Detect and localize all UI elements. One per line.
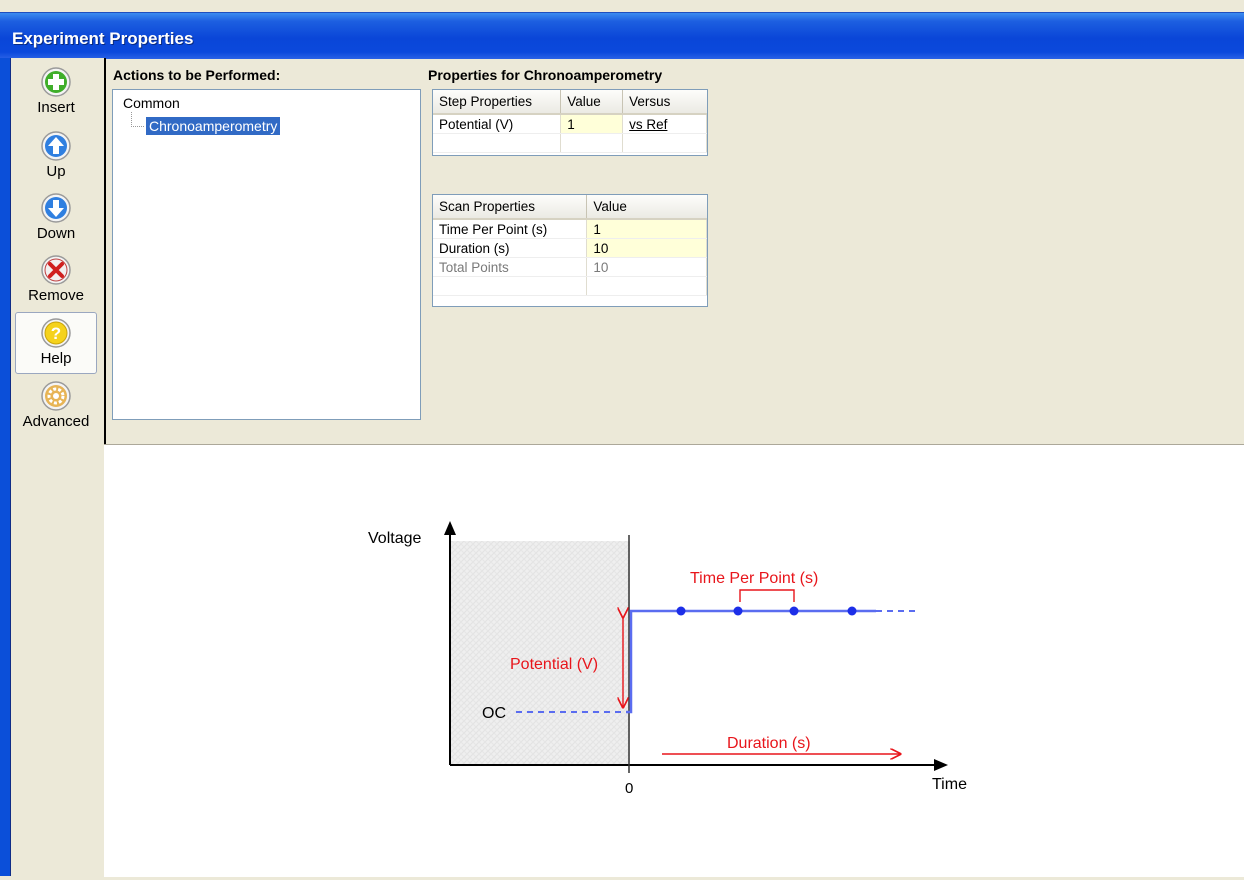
data-point bbox=[789, 606, 799, 616]
potential-step-line bbox=[626, 609, 876, 714]
table-row: Time Per Point (s) 1 bbox=[433, 219, 707, 239]
help-button[interactable]: ? Help bbox=[15, 312, 97, 374]
advanced-label: Advanced bbox=[22, 413, 90, 430]
arrow-up-icon bbox=[41, 131, 71, 161]
advanced-gear-icon bbox=[41, 381, 71, 411]
arrow-down-icon bbox=[41, 193, 71, 223]
title-bar: Experiment Properties bbox=[0, 12, 1244, 59]
actions-heading: Actions to be Performed: bbox=[113, 67, 281, 83]
window-title: Experiment Properties bbox=[12, 29, 194, 48]
table-row: Duration (s) 10 bbox=[433, 238, 707, 258]
time-per-point-name-cell: Time Per Point (s) bbox=[433, 219, 588, 239]
potential-label: Potential (V) bbox=[510, 656, 598, 673]
tree-node-chronoamperometry[interactable]: Chronoamperometry bbox=[146, 117, 281, 135]
help-icon: ? bbox=[41, 318, 71, 348]
voltage-axis-arrow bbox=[444, 521, 456, 535]
svg-text:?: ? bbox=[51, 324, 61, 343]
help-label: Help bbox=[40, 350, 72, 367]
actions-tree[interactable]: Common Chronoamperometry bbox=[112, 89, 421, 420]
time-per-point-bracket bbox=[739, 589, 795, 602]
scan-header-value: Value bbox=[586, 195, 707, 220]
step-header-name: Step Properties bbox=[433, 90, 562, 115]
duration-label: Duration (s) bbox=[727, 735, 811, 752]
down-label: Down bbox=[36, 225, 76, 242]
insert-button[interactable]: Insert bbox=[15, 62, 97, 124]
time-axis-arrow bbox=[934, 759, 948, 771]
pre-step-region bbox=[450, 541, 630, 765]
time-per-point-value-cell[interactable]: 1 bbox=[586, 219, 707, 239]
duration-value-cell[interactable]: 10 bbox=[586, 238, 707, 258]
table-row: Total Points 10 bbox=[433, 257, 707, 277]
step-header-versus: Versus bbox=[622, 90, 707, 115]
remove-label: Remove bbox=[28, 287, 84, 304]
tree-node-common[interactable]: Common bbox=[123, 95, 180, 111]
action-toolbar: Insert Up Down Remove ? Help Advanced bbox=[10, 58, 106, 876]
potential-name-cell: Potential (V) bbox=[433, 114, 562, 134]
y-axis-label: Voltage bbox=[368, 530, 421, 547]
step-properties-grid: Step Properties Value Versus Potential (… bbox=[432, 89, 708, 156]
potential-versus-cell[interactable]: vs Ref bbox=[622, 114, 707, 134]
up-label: Up bbox=[46, 163, 66, 180]
duration-name-cell: Duration (s) bbox=[433, 238, 588, 258]
step-header-value: Value bbox=[560, 90, 624, 115]
scan-properties-grid: Scan Properties Value Time Per Point (s)… bbox=[432, 194, 708, 307]
remove-button[interactable]: Remove bbox=[15, 250, 97, 312]
window-frame-left bbox=[0, 58, 10, 876]
down-button[interactable]: Down bbox=[15, 188, 97, 250]
oc-label: OC bbox=[482, 705, 506, 722]
data-point bbox=[733, 606, 743, 616]
properties-heading: Properties for Chronoamperometry bbox=[428, 67, 663, 83]
origin-label: 0 bbox=[625, 780, 633, 797]
table-row: Potential (V) 1 vs Ref bbox=[433, 114, 707, 134]
tree-connector bbox=[131, 112, 144, 127]
total-points-name-cell: Total Points bbox=[433, 257, 588, 277]
remove-x-icon bbox=[41, 255, 71, 285]
table-row-empty bbox=[433, 133, 707, 153]
plus-icon bbox=[41, 67, 71, 97]
diagram-panel: Voltage Time 0 OC Potential (V) Time Per… bbox=[104, 444, 1244, 877]
data-point bbox=[847, 606, 857, 616]
total-points-value-cell: 10 bbox=[586, 257, 707, 277]
x-axis-label: Time bbox=[932, 776, 967, 793]
chronoamperometry-diagram: Voltage Time 0 OC Potential (V) Time Per… bbox=[368, 521, 967, 797]
scan-header-name: Scan Properties bbox=[433, 195, 588, 220]
up-button[interactable]: Up bbox=[15, 126, 97, 188]
data-point bbox=[676, 606, 686, 616]
advanced-button[interactable]: Advanced bbox=[15, 376, 97, 438]
table-row-empty bbox=[433, 276, 707, 296]
potential-value-cell[interactable]: 1 bbox=[560, 114, 624, 134]
insert-label: Insert bbox=[37, 99, 75, 116]
time-per-point-label: Time Per Point (s) bbox=[690, 570, 818, 587]
